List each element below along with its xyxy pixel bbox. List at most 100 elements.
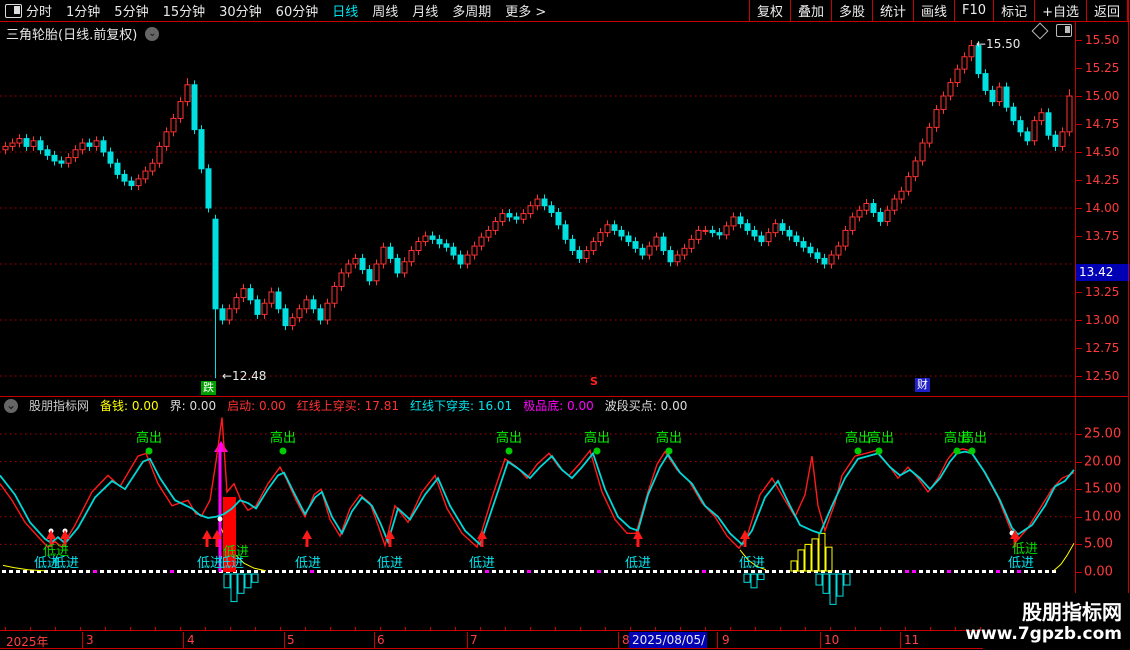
candle-body: [310, 299, 317, 310]
cyan-bar: [237, 573, 245, 594]
zero-line-dash: [975, 570, 979, 573]
date-month-label: 7: [470, 633, 478, 647]
zero-line-dash: [114, 570, 118, 573]
candle-body: [1031, 120, 1038, 142]
date-separator: [467, 632, 468, 648]
white-signal-dot: [217, 516, 223, 522]
candle-body: [114, 162, 121, 175]
zero-line-dash: [135, 570, 139, 573]
zero-line-dash: [142, 570, 146, 573]
candle-body: [667, 250, 674, 263]
candle-body: [849, 216, 856, 231]
candle-body: [429, 235, 436, 240]
price-axis-label: 14.25: [1085, 173, 1120, 187]
candle-body: [891, 198, 898, 211]
zero-line-dash: [653, 570, 657, 573]
indicator-axis-label: 20.00: [1084, 454, 1122, 470]
date-month-label: 11: [904, 633, 920, 647]
zero-line-dash: [947, 570, 951, 573]
zero-line-dash: [436, 570, 440, 573]
candle-body: [170, 117, 177, 133]
indicator-chevron-icon[interactable]: ⌄: [4, 398, 18, 413]
zero-line-dash: [415, 570, 419, 573]
buy-label: 低进: [738, 556, 766, 571]
indicator-axis-label: 0.00: [1084, 564, 1113, 580]
zero-line-dash: [856, 570, 860, 573]
price-tick: [1076, 320, 1082, 321]
watermark: 股朋指标网 www.7gpzb.com: [965, 593, 1130, 650]
main-chart[interactable]: [0, 0, 1130, 650]
buy-label: 低进: [294, 556, 322, 571]
zero-line-dash: [835, 570, 839, 573]
candle-body: [632, 241, 639, 249]
candle-body: [16, 138, 23, 144]
zero-line-dash: [79, 570, 83, 573]
date-separator: [183, 632, 184, 648]
candle-body: [863, 203, 870, 211]
zero-line-dash: [996, 570, 1000, 573]
candle-body: [1003, 86, 1010, 108]
sell-label: 高出: [960, 431, 988, 446]
candle-body: [723, 225, 730, 236]
candle-body: [163, 131, 170, 147]
candle-body: [296, 308, 303, 319]
sell-signal-dot: [854, 447, 862, 455]
cyan-bar: [244, 573, 252, 589]
cyan-bar: [815, 573, 823, 586]
indicator-tick: [1076, 544, 1082, 546]
candle-body: [674, 254, 681, 263]
high-price-annotation: ←15.50: [976, 37, 1021, 51]
candle-body: [856, 209, 863, 218]
candle-body: [555, 211, 562, 226]
candle-body: [1045, 112, 1052, 136]
zero-line-dash: [786, 570, 790, 573]
date-month-label: 4: [187, 633, 195, 647]
sell-label: 高出: [135, 431, 163, 446]
price-tick: [1076, 348, 1082, 349]
candle-body: [807, 246, 814, 254]
candle-body: [611, 224, 618, 231]
zero-line-dash: [268, 570, 272, 573]
price-axis-label: 14.50: [1085, 145, 1120, 159]
candle-body: [205, 168, 212, 209]
candle-body: [443, 243, 450, 248]
sell-signal-dot: [593, 447, 601, 455]
candle-body: [247, 288, 254, 301]
indicator-tick: [1076, 461, 1082, 463]
candle-body: [345, 263, 352, 274]
candle-body: [940, 95, 947, 110]
zero-line-dash: [772, 570, 776, 573]
price-tick: [1076, 292, 1082, 293]
zero-line-dash: [163, 570, 167, 573]
candle-body: [450, 246, 457, 256]
price-tick: [1076, 40, 1082, 41]
candle-body: [373, 263, 380, 282]
candle-body: [982, 73, 989, 91]
candle-body: [968, 45, 975, 58]
indicator-tick: [1076, 434, 1082, 435]
candle-body: [226, 308, 233, 321]
watermark-url: www.7gpzb.com: [965, 623, 1122, 644]
candle-body: [415, 241, 422, 252]
indicator-header-item: 股朋指标网: [29, 399, 90, 413]
zero-line-dash: [912, 570, 916, 573]
zero-line-dash: [23, 570, 27, 573]
candle-body: [898, 190, 905, 200]
sell-signal-dot: [279, 447, 287, 455]
candle-body: [513, 216, 520, 220]
zero-line-dash: [870, 570, 874, 573]
sell-label: 高出: [269, 431, 297, 446]
candle-body: [814, 252, 821, 259]
zero-line-dash: [289, 570, 293, 573]
candle-body: [492, 220, 499, 231]
candle-body: [758, 235, 765, 243]
zero-line-dash: [961, 570, 965, 573]
panel-divider: [0, 396, 1129, 397]
candle-body: [653, 236, 660, 247]
candle-body: [926, 126, 933, 144]
candle-body: [30, 140, 37, 147]
candle-body: [884, 209, 891, 222]
candle-body: [744, 223, 751, 231]
candle-body: [639, 247, 646, 256]
candle-body: [331, 285, 338, 304]
